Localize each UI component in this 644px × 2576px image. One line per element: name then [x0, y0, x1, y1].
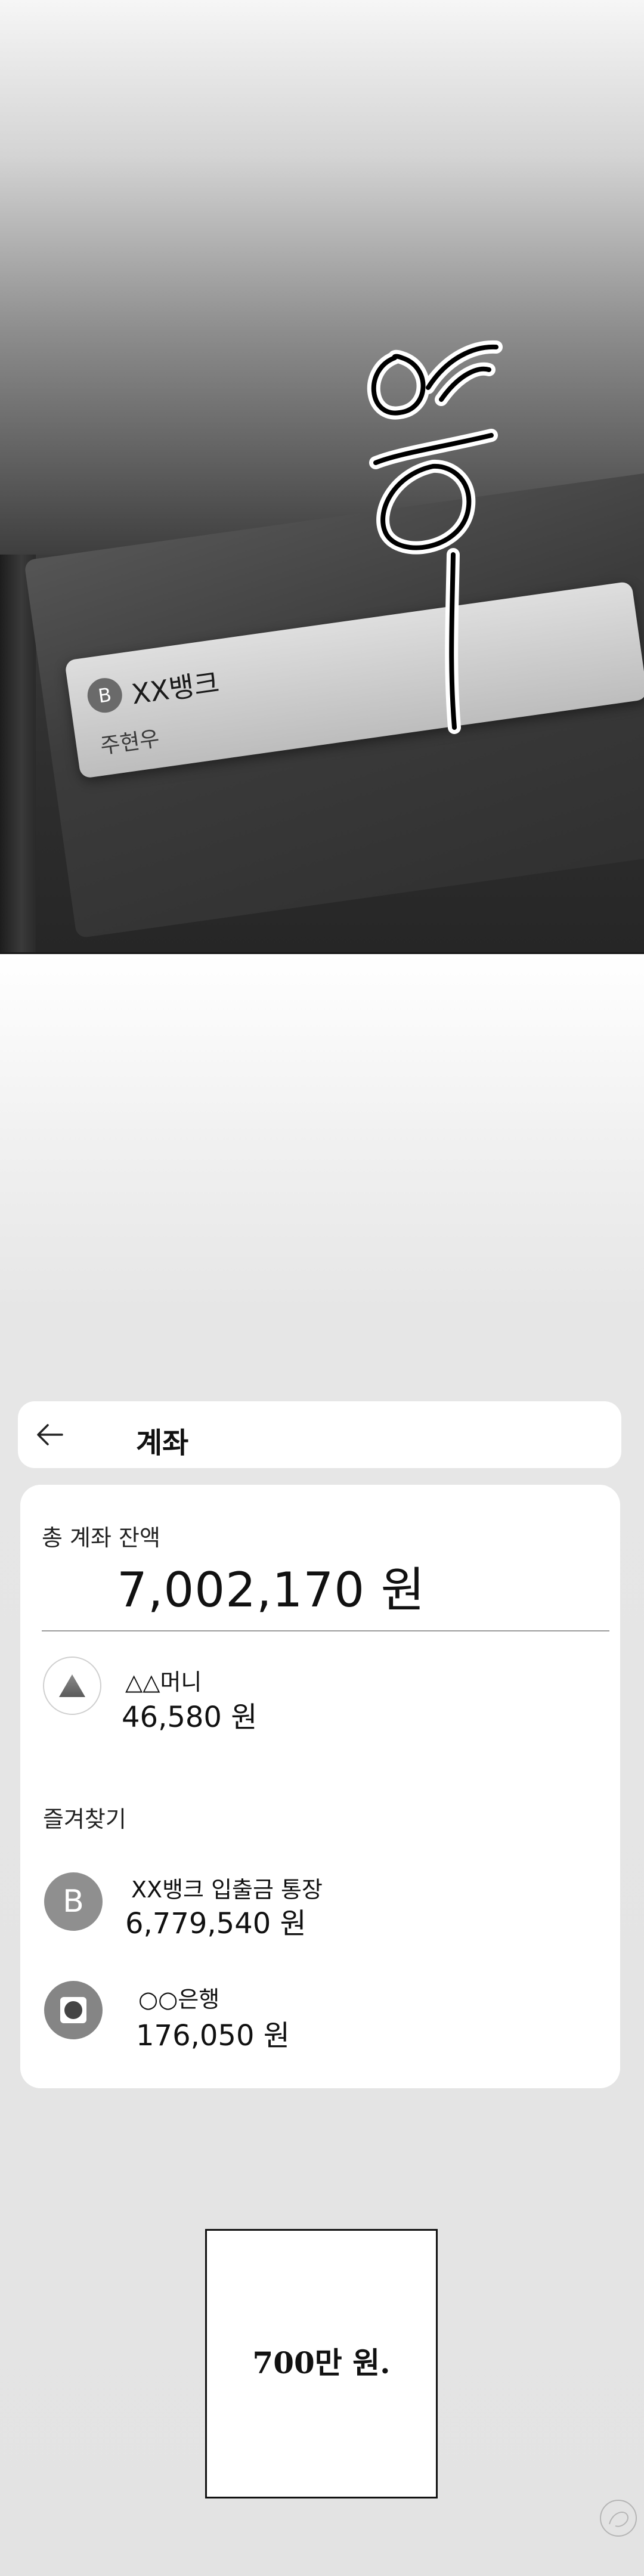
triangle-icon — [43, 1657, 101, 1715]
bank-badge-icon: B — [85, 676, 125, 715]
watermark — [538, 2497, 639, 2569]
favorites-label: 즐겨찾기 — [43, 1806, 126, 1832]
card-holder-name: 주현우 — [98, 726, 161, 759]
b-letter-icon: B — [44, 1872, 103, 1931]
card-bank-name: XX뱅크 — [129, 666, 222, 711]
account-name[interactable]: △△머니 — [125, 1664, 202, 1696]
divider — [42, 1630, 609, 1631]
favorite-account-balance: 6,779,540 원 — [125, 1907, 306, 1940]
page-title: 계좌 — [136, 1426, 189, 1460]
account-summary-card: 총 계좌 잔액 7,002,170 원 △△머니 46,580 원 즐겨찾기 B… — [20, 1485, 620, 2088]
app-header: 계좌 — [18, 1401, 621, 1468]
caption-box: 700만 원. — [205, 2229, 438, 2498]
square-circle-icon — [44, 1981, 103, 2039]
total-balance-label: 총 계좌 잔액 — [42, 1525, 160, 1551]
vibration-sound-effect — [367, 340, 503, 734]
panel-1: B XX뱅크 주현우 — [0, 0, 644, 954]
caption-text: 700만 원. — [252, 2345, 391, 2380]
total-balance-amount: 7,002,170 원 — [117, 1562, 426, 1618]
arrow-left-icon[interactable] — [36, 1422, 64, 1448]
favorite-account-name[interactable]: XX뱅크 입출금 통장 — [131, 1871, 323, 1904]
wall-strip — [0, 555, 36, 952]
account-balance: 46,580 원 — [122, 1701, 258, 1734]
favorite-account-balance: 176,050 원 — [136, 2019, 290, 2052]
favorite-account-name[interactable]: ○○은행 — [138, 1981, 219, 2014]
watermark-logo-icon — [600, 2500, 637, 2537]
